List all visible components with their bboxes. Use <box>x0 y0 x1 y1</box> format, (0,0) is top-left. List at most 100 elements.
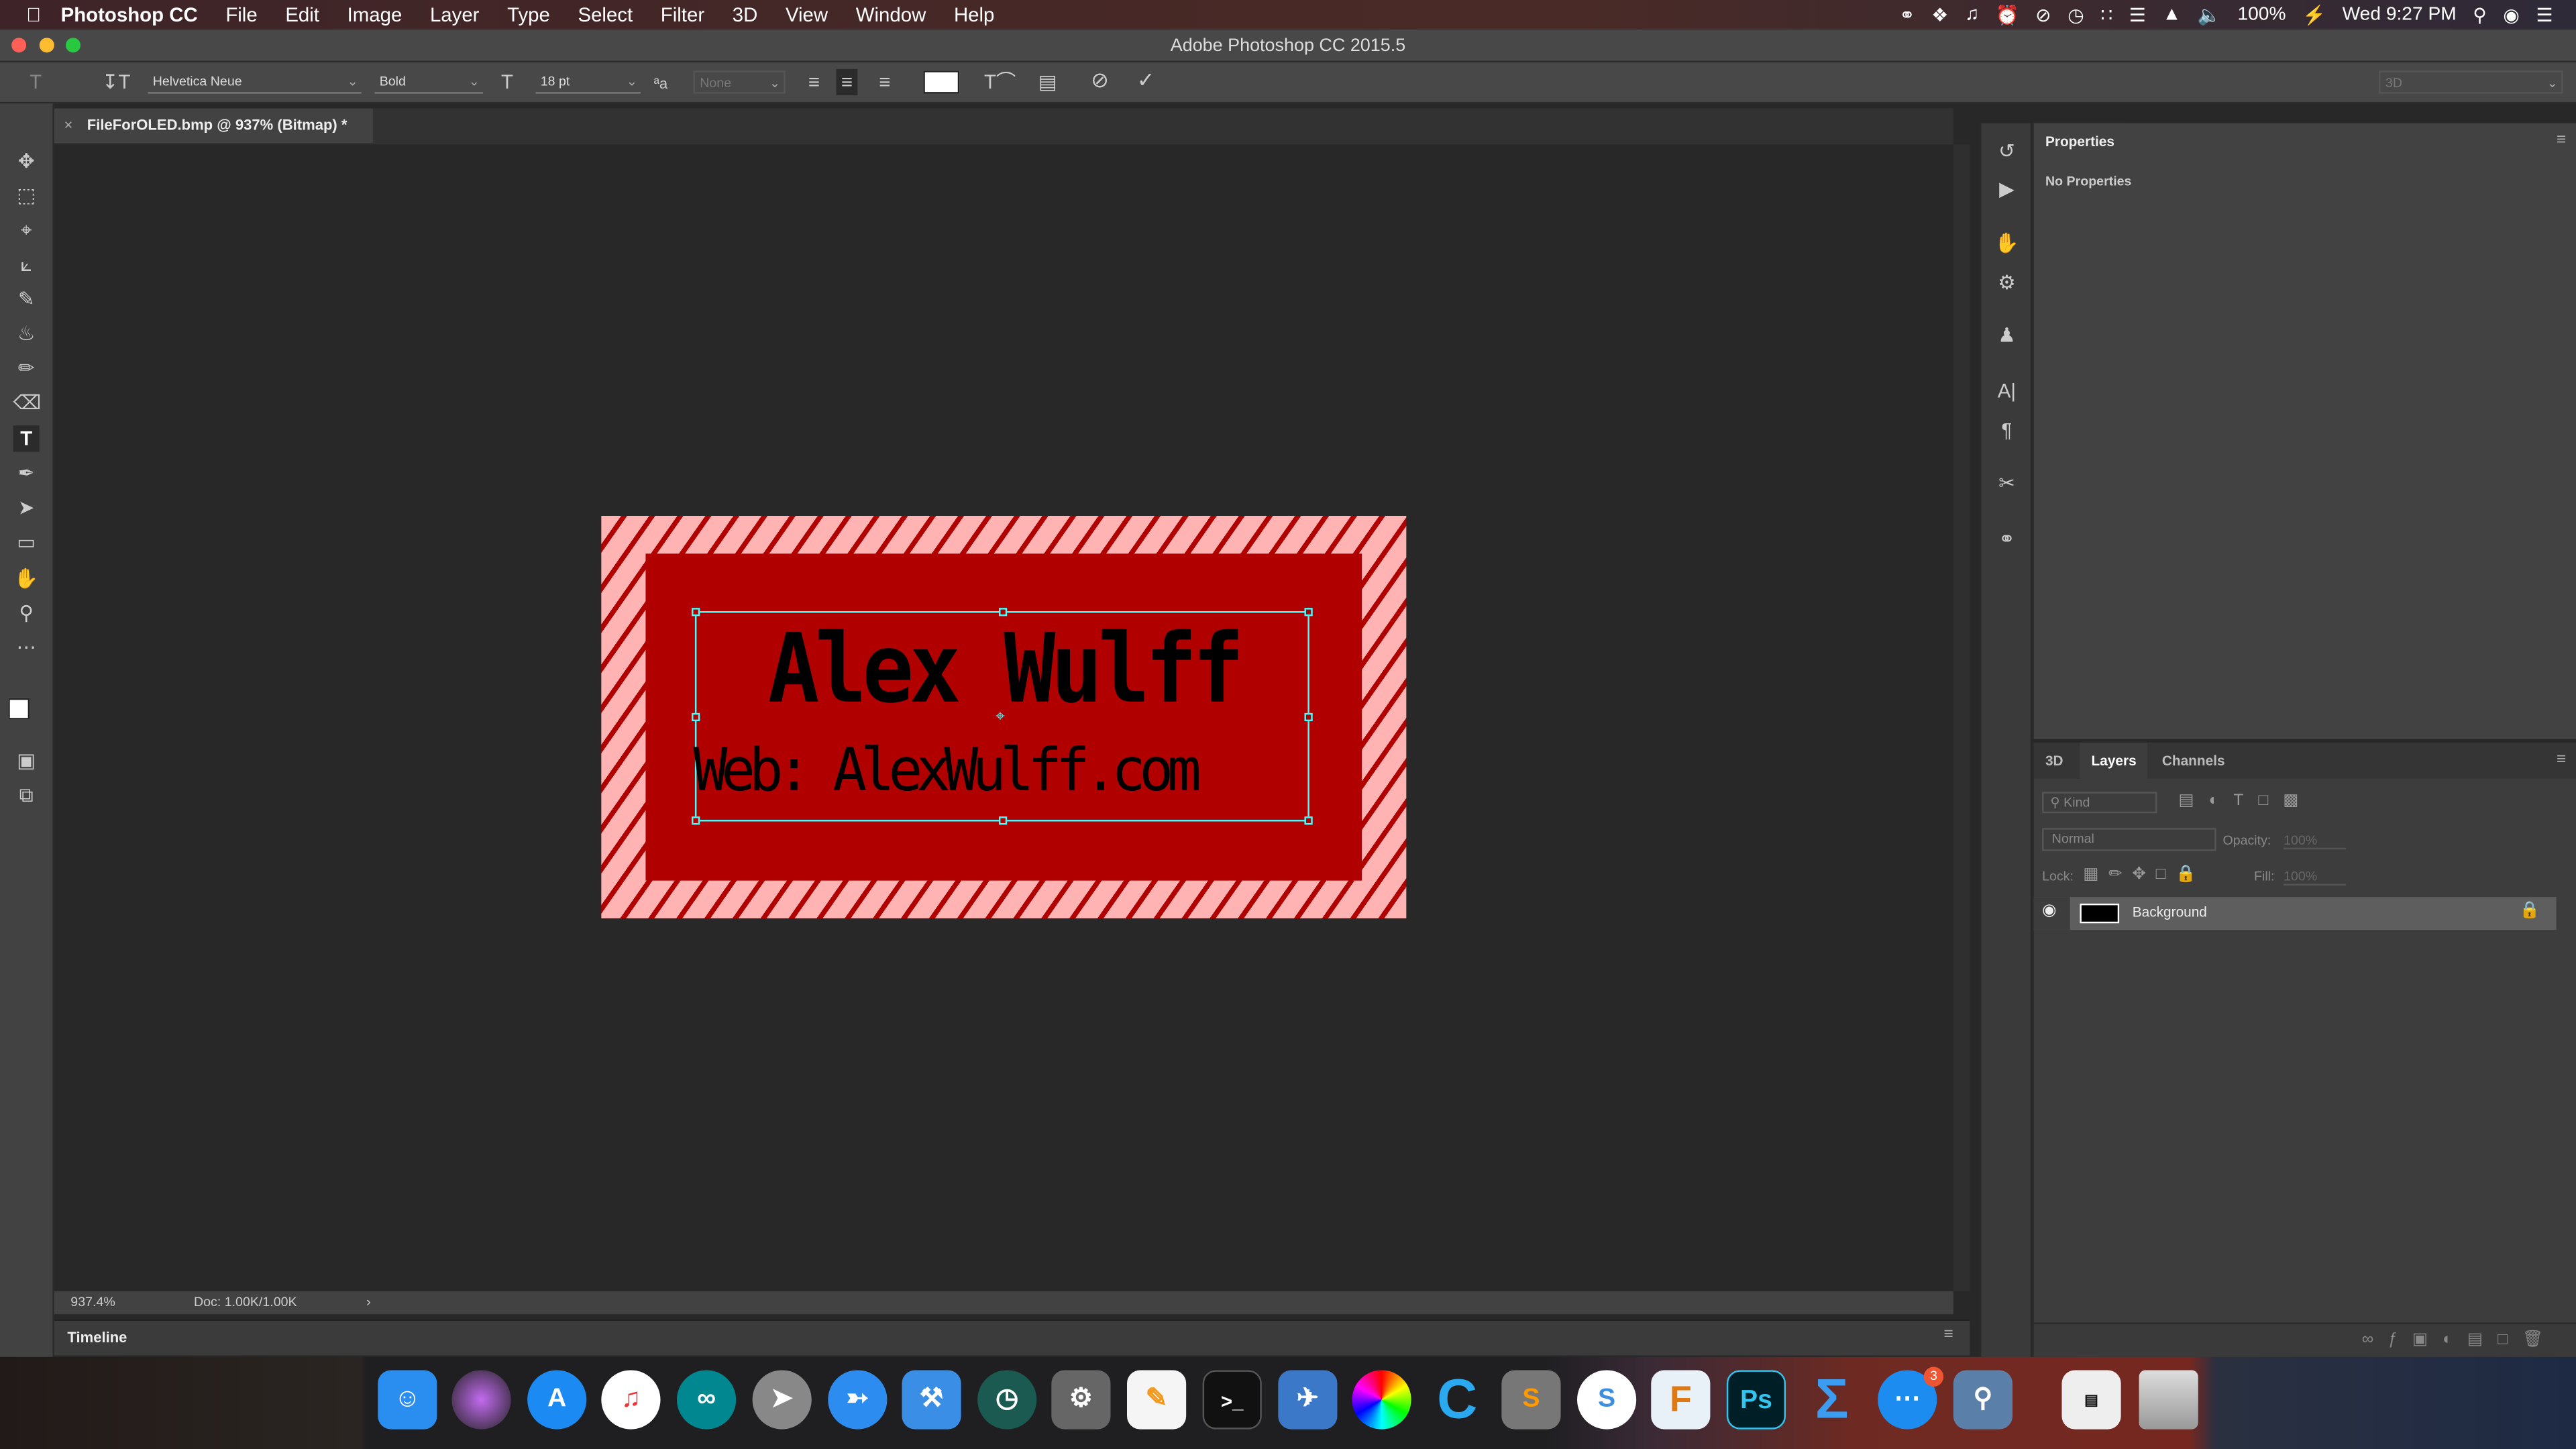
menu-file[interactable]: File <box>225 3 257 26</box>
font-style-select[interactable]: Bold ⌄ <box>374 70 484 94</box>
character-icon[interactable]: A| <box>1993 380 2021 408</box>
quick-mask-icon[interactable]: ▣ <box>13 747 40 773</box>
menu-3d[interactable]: 3D <box>733 3 758 26</box>
paint-bucket-tool-icon[interactable]: ♨ <box>13 321 40 347</box>
toggle-text-orientation-icon[interactable]: ↧T <box>102 72 131 92</box>
dock-downloads[interactable]: ▤ <box>2061 1370 2121 1430</box>
siri-icon[interactable]: ◉ <box>2503 3 2520 26</box>
dock-terminal[interactable]: >_ <box>1202 1370 1262 1430</box>
layer-row-background[interactable]: ◉ Background 🔒 <box>2033 897 2557 930</box>
dock-sublime-text[interactable]: S <box>1501 1370 1561 1430</box>
spotlight-icon[interactable]: ⚲ <box>2473 3 2487 26</box>
menu-view[interactable]: View <box>786 3 828 26</box>
document-tab[interactable]: × FileForOLED.bmp @ 937% (Bitmap) * <box>54 108 373 144</box>
menu-edit[interactable]: Edit <box>285 3 319 26</box>
brush-presets-icon[interactable]: ✋ <box>1993 231 2021 260</box>
layer-lock-icon[interactable]: 🔒 <box>2520 902 2540 920</box>
volume-icon[interactable]: 🔈 <box>2198 3 2221 26</box>
zoom-window-button[interactable] <box>65 38 81 53</box>
transform-handle[interactable] <box>998 816 1008 825</box>
time-machine-icon[interactable]: ◷ <box>2068 3 2084 26</box>
menu-image[interactable]: Image <box>347 3 402 26</box>
dock-xcode[interactable]: ⚒ <box>902 1370 961 1430</box>
dock-color-picker[interactable] <box>1352 1370 1411 1430</box>
transform-handle[interactable] <box>1304 712 1313 722</box>
dock-arduino[interactable]: ∞ <box>676 1370 737 1430</box>
close-tab-icon[interactable]: × <box>64 109 73 143</box>
font-family-select[interactable]: Helvetica Neue ⌄ <box>148 70 362 94</box>
creative-cloud-icon[interactable]: ⚭ <box>1899 3 1915 26</box>
dock-preview[interactable]: ✈ <box>1278 1370 1338 1430</box>
hand-tool-icon[interactable]: ✋ <box>13 565 40 591</box>
document-canvas[interactable]: ⌖ Alex Wulff Web: AlexWulff.com <box>601 515 1407 918</box>
dock-launchpad[interactable]: ➤ <box>752 1370 812 1430</box>
apple-icon[interactable]:  <box>26 3 41 26</box>
font-size-select[interactable]: 18 pt ⌄ <box>535 70 641 94</box>
properties-tab[interactable]: Properties <box>2033 123 2127 160</box>
battery-icon[interactable]: ⚡ <box>2302 3 2326 26</box>
menu-help[interactable]: Help <box>954 3 994 26</box>
dock-pages[interactable]: ✎ <box>1127 1370 1187 1430</box>
bluetooth-icon[interactable]: ∷ <box>2100 3 2112 26</box>
timeline-tab[interactable]: Timeline <box>67 1329 127 1345</box>
notification-center-icon[interactable]: ☰ <box>2536 3 2553 26</box>
path-selection-tool-icon[interactable]: ➤ <box>13 494 40 521</box>
close-window-button[interactable] <box>11 38 27 53</box>
dock-system-preferences[interactable]: ⚙ <box>1051 1370 1111 1430</box>
commit-edits-icon[interactable]: ✓ <box>1137 69 1155 91</box>
adjustments-icon[interactable]: ⚙ <box>1993 271 2021 299</box>
minimize-window-button[interactable] <box>39 38 54 53</box>
tab-layers[interactable]: Layers <box>2080 742 2148 779</box>
lock-icons[interactable]: ▦✏✥□🔒 <box>2083 866 2206 884</box>
warp-text-icon[interactable]: T⌒ <box>984 72 1016 92</box>
tool-presets-icon[interactable]: ✂ <box>1993 472 2021 500</box>
dock-itunes[interactable]: ♫ <box>601 1370 661 1430</box>
status-menu-arrow-icon[interactable]: › <box>366 1291 371 1314</box>
transform-handle[interactable] <box>692 608 700 616</box>
pen-tool-icon[interactable]: ✒ <box>13 460 40 486</box>
paragraph-icon[interactable]: ¶ <box>1993 419 2021 447</box>
dropbox-icon[interactable]: ❖ <box>1931 3 1948 26</box>
transform-handle[interactable] <box>1304 608 1313 616</box>
menu-type[interactable]: Type <box>507 3 550 26</box>
clone-source-icon[interactable]: ♟ <box>1993 323 2021 352</box>
crop-tool-icon[interactable]: ⌖ <box>13 217 40 243</box>
opacity-input[interactable]: 100% <box>2284 833 2347 850</box>
lasso-tool-icon[interactable]: ⟀ <box>13 252 40 278</box>
transform-handle[interactable] <box>692 712 700 722</box>
dock-fusion-360[interactable]: F <box>1651 1370 1711 1430</box>
character-panel-icon[interactable]: ▤ <box>1038 72 1057 92</box>
libraries-icon[interactable]: ⚭ <box>1993 527 2021 555</box>
dock-safari[interactable]: ➳ <box>828 1370 888 1430</box>
evernote-icon[interactable]: ♫ <box>1965 5 1979 24</box>
transform-handle[interactable] <box>1304 816 1313 825</box>
do-not-disturb-icon[interactable]: ⊘ <box>2035 3 2051 26</box>
dock-c-app[interactable]: C <box>1428 1370 1487 1429</box>
align-left-icon[interactable]: ≡ <box>808 72 820 92</box>
eraser-tool-icon[interactable]: ⌫ <box>13 389 42 415</box>
dock-siri[interactable] <box>451 1370 511 1430</box>
dock-app-store[interactable]: A <box>527 1370 587 1430</box>
marquee-tool-icon[interactable]: ⬚ <box>13 182 40 209</box>
brush-tool-icon[interactable]: ✏ <box>13 355 40 381</box>
screen-mode-icon[interactable]: ⧉ <box>13 782 40 808</box>
doc-size[interactable]: Doc: 1.00K/1.00K <box>194 1291 297 1314</box>
actions-play-icon[interactable]: ▶ <box>1993 177 2021 205</box>
dock-time-machine[interactable]: ◷ <box>977 1370 1037 1430</box>
panel-menu-icon[interactable]: ≡ <box>1944 1326 1953 1344</box>
blend-mode-select[interactable]: Normal <box>2042 828 2216 851</box>
transform-handle[interactable] <box>692 816 700 825</box>
move-tool-icon[interactable]: ✥ <box>13 148 40 174</box>
clock[interactable]: Wed 9:27 PM <box>2343 5 2457 24</box>
wifi-icon[interactable]: ☰ <box>2129 3 2146 26</box>
dock-simplenote[interactable]: S <box>1577 1370 1637 1430</box>
vertical-scrollbar[interactable] <box>1953 144 1970 1291</box>
workspace-select[interactable]: 3D ⌄ <box>2379 70 2563 94</box>
foreground-color-swatch[interactable] <box>8 698 30 720</box>
type-tool-icon[interactable]: T <box>13 425 40 452</box>
panel-menu-icon[interactable]: ≡ <box>2557 751 2566 769</box>
menu-select[interactable]: Select <box>578 3 633 26</box>
type-tool-preset-icon[interactable]: T <box>30 72 42 92</box>
text-color-swatch[interactable] <box>923 70 960 94</box>
anti-alias-select[interactable]: None ⌄ <box>693 70 786 94</box>
